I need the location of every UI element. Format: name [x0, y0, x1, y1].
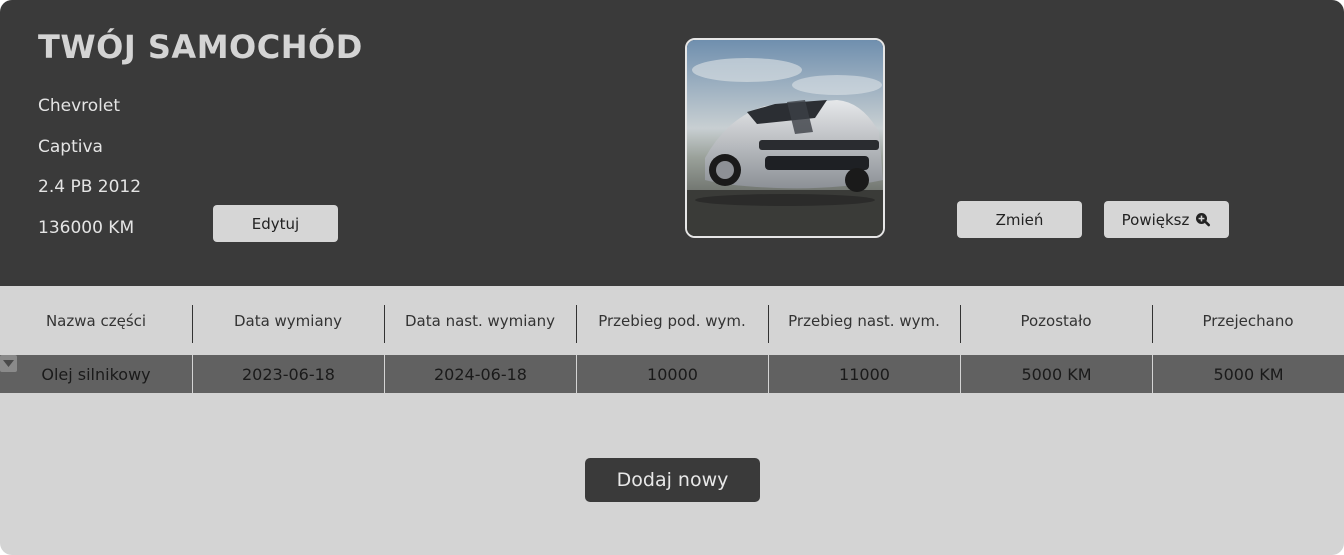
table-cell: Olej silnikowy	[41, 364, 151, 384]
car-header: TWÓJ SAMOCHÓD Chevrolet Captiva 2.4 PB 2…	[0, 0, 1344, 286]
car-make: Chevrolet	[38, 96, 121, 116]
table-row[interactable]: Olej silnikowy 2023-06-18 2024-06-18 100…	[0, 355, 1344, 393]
car-mileage: 136000 KM	[38, 218, 135, 238]
column-header: Data nast. wymiany	[384, 286, 576, 355]
caret-down-icon	[3, 359, 14, 367]
table-cell: 2024-06-18	[384, 355, 576, 393]
add-new-button[interactable]: Dodaj nowy	[585, 458, 760, 502]
car-photo	[685, 38, 885, 238]
column-header: Przejechano	[1152, 286, 1344, 355]
parts-table-header: Nazwa części Data wymiany Data nast. wym…	[0, 286, 1344, 355]
column-header: Nazwa części	[45, 311, 147, 330]
table-cell: 5000 KM	[1152, 355, 1344, 393]
change-photo-label: Zmień	[995, 210, 1044, 229]
edit-button-label: Edytuj	[251, 214, 300, 233]
column-header: Przebieg nast. wym.	[768, 286, 960, 355]
add-new-label: Dodaj nowy	[616, 469, 729, 491]
zoom-photo-button[interactable]: Powiększ	[1104, 201, 1229, 238]
zoom-in-icon	[1196, 212, 1211, 226]
car-card: TWÓJ SAMOCHÓD Chevrolet Captiva 2.4 PB 2…	[0, 0, 1344, 555]
car-engine: 2.4 PB 2012	[38, 177, 142, 197]
column-header: Data wymiany	[192, 286, 384, 355]
column-header: Pozostało	[960, 286, 1152, 355]
zoom-photo-label: Powiększ	[1121, 210, 1190, 229]
change-photo-button[interactable]: Zmień	[957, 201, 1082, 238]
page-title: TWÓJ SAMOCHÓD	[38, 28, 363, 66]
table-cell: 2023-06-18	[192, 355, 384, 393]
row-expand-button[interactable]	[0, 355, 17, 372]
column-header: Przebieg pod. wym.	[576, 286, 768, 355]
table-cell: 10000	[576, 355, 768, 393]
car-image	[687, 40, 883, 236]
car-model: Captiva	[38, 137, 103, 157]
table-cell: 5000 KM	[960, 355, 1152, 393]
table-cell: 11000	[768, 355, 960, 393]
edit-button[interactable]: Edytuj	[213, 205, 338, 242]
